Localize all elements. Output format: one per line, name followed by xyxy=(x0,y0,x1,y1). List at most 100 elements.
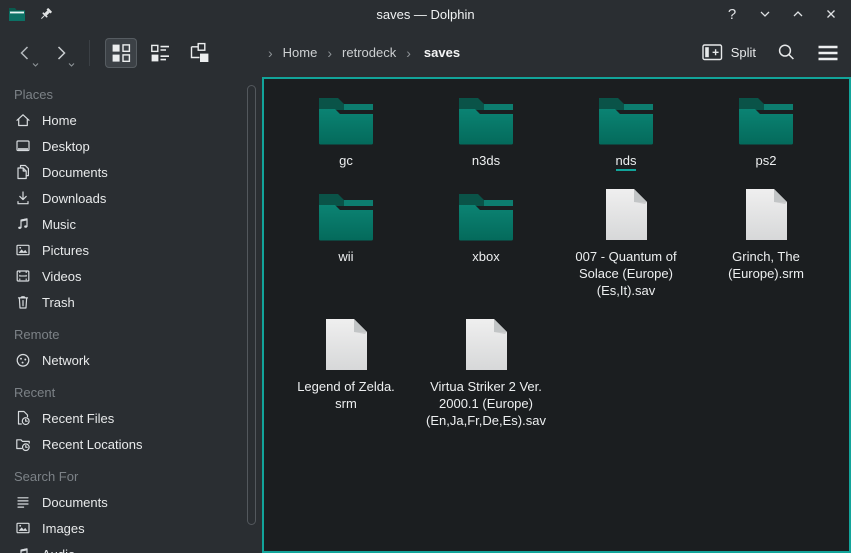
sidebar-item-label: Recent Files xyxy=(42,411,114,426)
music-icon xyxy=(14,215,32,233)
folder-icon xyxy=(317,189,375,241)
chevron-right-icon: › xyxy=(264,45,277,61)
folder-item[interactable]: ps2 xyxy=(696,93,836,169)
sidebar-item-desktop[interactable]: Desktop xyxy=(0,133,262,159)
sidebar-item-label: Downloads xyxy=(42,191,106,206)
trash-icon xyxy=(14,293,32,311)
sidebar-scrollbar[interactable] xyxy=(247,85,256,525)
forward-button[interactable] xyxy=(46,38,76,68)
section-title: Recent xyxy=(0,381,262,405)
sidebar-item-videos[interactable]: Videos xyxy=(0,263,262,289)
folder-item[interactable]: wii xyxy=(276,189,416,299)
home-icon xyxy=(14,111,32,129)
chevron-down-icon xyxy=(757,6,773,22)
file-item[interactable]: 007 - Quantum of Solace (Europe) (Es,It)… xyxy=(556,189,696,299)
documents-icon xyxy=(14,163,32,181)
pin-icon[interactable] xyxy=(38,7,53,22)
title-bar: saves — Dolphin ? xyxy=(0,0,851,28)
menu-button[interactable] xyxy=(817,44,839,62)
item-label: nds xyxy=(616,152,637,169)
breadcrumb-segment[interactable]: retrodeck xyxy=(340,45,398,60)
sidebar-item-recent-locations[interactable]: Recent Locations xyxy=(0,431,262,457)
item-label: n3ds xyxy=(472,152,500,169)
recent-folder-icon xyxy=(14,435,32,453)
item-label: Virtua Striker 2 Ver. 2000.1 (Europe) (E… xyxy=(426,378,546,429)
forward-arrow-icon xyxy=(51,43,71,63)
file-item[interactable]: Virtua Striker 2 Ver. 2000.1 (Europe) (E… xyxy=(416,319,556,429)
icons-view-button[interactable] xyxy=(105,38,137,68)
breadcrumb-segment[interactable]: Home xyxy=(281,45,320,60)
file-item[interactable]: Grinch, The (Europe).srm xyxy=(696,189,836,299)
details-view-icon xyxy=(149,42,171,64)
sidebar-item-label: Images xyxy=(42,521,85,536)
chevron-up-icon xyxy=(790,6,806,22)
back-dropdown-caret-icon xyxy=(31,62,40,68)
sidebar-item-network[interactable]: Network xyxy=(0,347,262,373)
back-button[interactable] xyxy=(10,38,40,68)
help-button[interactable]: ? xyxy=(720,3,744,25)
sidebar-item-label: Network xyxy=(42,353,90,368)
item-label: ps2 xyxy=(756,152,777,169)
details-view-button[interactable] xyxy=(144,38,176,68)
videos-icon xyxy=(14,267,32,285)
music-icon xyxy=(14,545,32,553)
item-label: 007 - Quantum of Solace (Europe) (Es,It)… xyxy=(575,248,676,299)
sidebar-item-audio[interactable]: Audio xyxy=(0,541,262,553)
sidebar-item-recent-files[interactable]: Recent Files xyxy=(0,405,262,431)
file-icon xyxy=(745,189,788,241)
sidebar-item-downloads[interactable]: Downloads xyxy=(0,185,262,211)
minimize-button[interactable] xyxy=(753,3,777,25)
folder-item[interactable]: xbox xyxy=(416,189,556,299)
tree-view-button[interactable] xyxy=(183,38,215,68)
sidebar-item-label: Documents xyxy=(42,165,108,180)
split-button-label: Split xyxy=(731,45,756,60)
item-label: Legend of Zelda. srm xyxy=(297,378,395,412)
section-title: Remote xyxy=(0,323,262,347)
sidebar-item-label: Trash xyxy=(42,295,75,310)
help-icon: ? xyxy=(728,6,736,23)
sidebar-item-music[interactable]: Music xyxy=(0,211,262,237)
sidebar-item-label: Music xyxy=(42,217,76,232)
sidebar-item-home[interactable]: Home xyxy=(0,107,262,133)
network-icon xyxy=(14,351,32,369)
sidebar-item-documents[interactable]: Documents xyxy=(0,159,262,185)
folder-item[interactable]: n3ds xyxy=(416,93,556,169)
folder-icon xyxy=(457,189,515,241)
file-icon xyxy=(465,319,508,371)
sidebar-item-label: Documents xyxy=(42,495,108,510)
item-label: xbox xyxy=(472,248,499,265)
sidebar-item-label: Recent Locations xyxy=(42,437,142,452)
close-button[interactable] xyxy=(819,3,843,25)
search-icon xyxy=(776,42,797,63)
sidebar-item-pictures[interactable]: Pictures xyxy=(0,237,262,263)
tree-view-icon xyxy=(188,42,210,64)
sidebar-item-label: Videos xyxy=(42,269,82,284)
split-button[interactable]: Split xyxy=(702,44,756,61)
item-label: gc xyxy=(339,152,353,169)
breadcrumb-segment[interactable]: saves xyxy=(419,45,462,60)
desktop-icon xyxy=(14,137,32,155)
item-label: wii xyxy=(338,248,353,265)
sidebar-item-images[interactable]: Images xyxy=(0,515,262,541)
pictures-icon xyxy=(14,241,32,259)
recent-file-icon xyxy=(14,409,32,427)
hamburger-menu-icon xyxy=(817,44,839,62)
icons-view-icon xyxy=(110,42,132,64)
breadcrumb: ›Home›retrodeck›saves xyxy=(264,28,462,77)
maximize-button[interactable] xyxy=(786,3,810,25)
split-view-icon xyxy=(702,44,723,61)
section-title: Search For xyxy=(0,465,262,489)
file-item[interactable]: Legend of Zelda. srm xyxy=(276,319,416,429)
sidebar-item-documents[interactable]: Documents xyxy=(0,489,262,515)
toolbar-separator xyxy=(89,40,90,66)
folder-item[interactable]: nds xyxy=(556,93,696,169)
sidebar-item-label: Home xyxy=(42,113,77,128)
search-button[interactable] xyxy=(776,42,797,63)
app-folder-icon xyxy=(8,7,26,22)
folder-icon xyxy=(457,93,515,145)
sidebar-item-trash[interactable]: Trash xyxy=(0,289,262,315)
section-title: Places xyxy=(0,83,262,107)
chevron-right-icon: › xyxy=(323,45,336,61)
folder-view[interactable]: gc n3ds nds ps2 wii xbox 0 xyxy=(262,77,851,553)
folder-item[interactable]: gc xyxy=(276,93,416,169)
